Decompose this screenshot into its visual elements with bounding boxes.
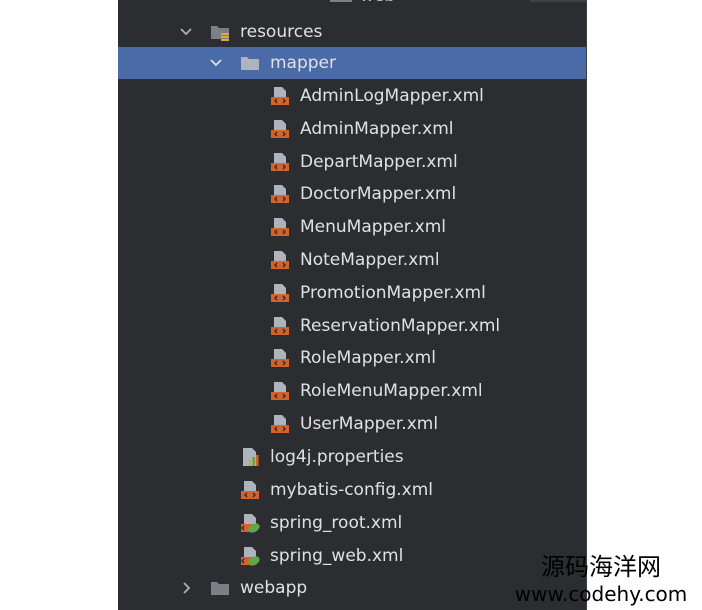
tree-row-label: mapper [270,53,337,73]
tree-row-file[interactable]: AdminLogMapper.xml [118,80,586,112]
xml-file-icon [271,382,289,401]
xml-file-icon [271,415,289,433]
xml-file-icon [271,218,289,237]
xml-file-icon [271,119,289,138]
watermark-url: www.codehy.com [514,582,688,606]
chevron-down-icon[interactable] [208,55,224,71]
folder-icon [330,0,352,2]
scroll-thumb[interactable] [530,0,586,2]
xml-file-icon [271,87,289,105]
tree-row-file[interactable]: RoleMenuMapper.xml [118,375,586,407]
tree-row-file[interactable]: PromotionMapper.xml [118,277,586,309]
xml-file-icon [241,481,259,499]
tree-row-resources[interactable]: resources [118,16,586,48]
tree-row-label: NoteMapper.xml [300,250,440,270]
tree-row-file[interactable]: RoleMapper.xml [118,342,586,374]
tree-row-file[interactable]: DoctorMapper.xml [118,178,586,210]
xml-file-icon [271,349,289,368]
xml-file-icon [271,251,289,269]
xml-file-icon [271,283,289,302]
tree-row-mapper[interactable]: mapper [118,47,586,79]
watermark: 源码海洋网 www.codehy.com [500,552,702,610]
tree-row-label: DoctorMapper.xml [300,184,457,205]
tree-row-label: spring_root.xml [270,513,403,533]
tree-row-file[interactable]: ReservationMapper.xml [118,310,586,342]
tree-row-file[interactable]: spring_root.xml [118,507,586,539]
xml-file-icon [271,152,289,171]
spring-xml-file-icon [241,514,260,533]
tree-row-file[interactable]: log4j.properties [118,441,586,473]
tree-row-file[interactable]: UserMapper.xml [118,408,586,440]
tree-row-file[interactable]: NoteMapper.xml [118,244,586,276]
properties-file-icon [243,448,259,466]
tree-row-label: RoleMenuMapper.xml [300,381,483,402]
xml-file-icon [271,316,289,335]
tree-row-file[interactable]: mybatis-config.xml [118,474,586,506]
tree-row-label: mybatis-config.xml [270,480,433,500]
folder-icon [241,57,259,70]
tree-row-file[interactable]: DepartMapper.xml [118,146,586,178]
tree-row-label: webapp [240,578,308,598]
tree-row-label: resources [240,22,323,42]
tree-row-label: UserMapper.xml [300,414,439,434]
xml-file-icon [271,185,289,204]
tree-row-file[interactable]: MenuMapper.xml [118,211,586,243]
tree-row-label: AdminLogMapper.xml [300,86,484,106]
tree-row-label: RoleMapper.xml [300,348,436,369]
tree-row-label: AdminMapper.xml [300,118,454,139]
chevron-right-icon[interactable] [178,580,194,596]
spring-xml-file-icon [241,547,260,566]
tree-row-web-partial[interactable]: web [118,0,586,6]
tree-row-file[interactable]: AdminMapper.xml [118,113,586,145]
folder-icon [211,582,229,595]
panel-divider [586,0,587,610]
tree-row-label: DepartMapper.xml [300,151,458,172]
tree-row-label: MenuMapper.xml [300,217,446,238]
watermark-title: 源码海洋网 [541,553,661,581]
chevron-down-icon[interactable] [178,24,194,40]
tree-row-label: web [360,0,395,6]
tree-row-label: log4j.properties [270,447,404,467]
tree-row-label: PromotionMapper.xml [300,282,486,303]
tree-row-label: spring_web.xml [270,546,404,566]
resources-folder-icon [211,26,229,41]
tree-row-label: ReservationMapper.xml [300,315,501,336]
project-tree-panel: web resources mapper AdminLogMapper.xml A… [118,0,586,610]
